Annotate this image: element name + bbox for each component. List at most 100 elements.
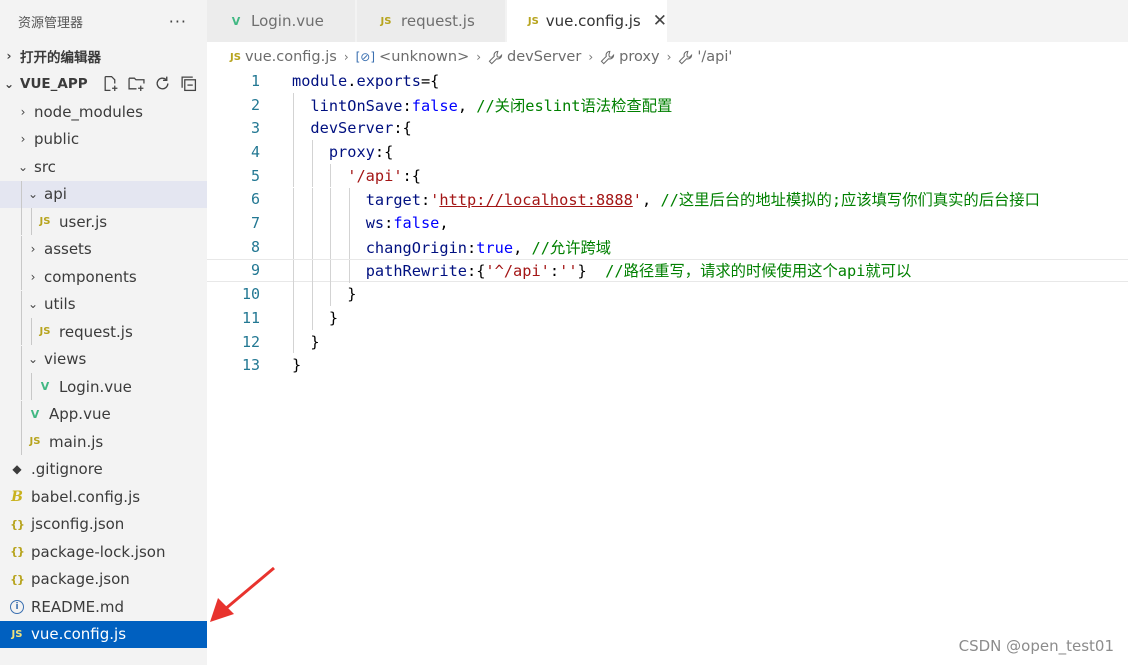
tree-item[interactable]: › components	[0, 263, 207, 290]
tree-item[interactable]: ◆ .gitignore	[0, 456, 207, 483]
tab-login-vue[interactable]: V Login.vue	[207, 0, 356, 42]
code-token: http://localhost:8888	[439, 191, 633, 210]
code-line[interactable]: 8 changOrigin:true, //允许跨域	[207, 234, 1128, 259]
refresh-icon[interactable]	[154, 75, 171, 92]
code-line[interactable]: 2 lintOnSave:false, //关闭eslint语法检查配置	[207, 92, 1128, 117]
new-folder-icon[interactable]	[128, 75, 145, 92]
tab-vue-config-js[interactable]: JS vue.config.js ✕	[507, 0, 668, 42]
tree-item-label: main.js	[49, 432, 104, 451]
code-line[interactable]: 7 ws:false,	[207, 211, 1128, 235]
code-token: module	[292, 71, 348, 90]
tree-item[interactable]: ⌄ utils	[0, 290, 207, 318]
code-line[interactable]: 10 }	[207, 282, 1128, 306]
indent-guide	[21, 373, 22, 400]
close-icon[interactable]: ✕	[653, 11, 667, 31]
tree-item[interactable]: ⌄ views	[0, 345, 207, 373]
code-token: changOrigin	[365, 238, 467, 257]
indent-guide	[31, 373, 32, 400]
code-token: '/api'	[347, 166, 403, 185]
code-line[interactable]: 1 module.exports={	[207, 69, 1128, 93]
tree-item[interactable]: JS vue.config.js	[0, 620, 207, 648]
code-token: :	[549, 262, 560, 281]
code-text: devServer:{	[292, 119, 411, 137]
code-line[interactable]: 9 pathRewrite:{'^/api':''} //路径重写，请求的时候使…	[207, 258, 1128, 284]
git-file-icon: ◆	[12, 462, 22, 476]
js-file-icon: JS	[29, 436, 41, 447]
tree-item[interactable]: ⌄ src	[0, 153, 207, 180]
tree-item[interactable]: {} package.json	[0, 566, 207, 593]
line-number: 7	[250, 214, 260, 233]
indent-guide	[21, 208, 22, 235]
tree-item[interactable]: › assets	[0, 235, 207, 263]
tree-item[interactable]: ⌄ api	[0, 180, 207, 208]
breadcrumb-api[interactable]: '/api'	[697, 49, 732, 65]
line-number: 2	[250, 95, 260, 114]
vue-file-icon: V	[231, 14, 241, 28]
tree-item-label: request.js	[59, 322, 133, 341]
code-token: pathRewrite	[365, 262, 467, 281]
tree-item[interactable]: JS main.js	[0, 428, 207, 455]
code-token: //关闭eslint语法检查配置	[476, 96, 673, 115]
tab-request-js[interactable]: JS request.js	[357, 0, 506, 42]
chevron-down-icon: ⌄	[27, 297, 39, 311]
tree-item[interactable]: V App.vue	[0, 400, 207, 428]
js-file-icon: JS	[39, 326, 51, 337]
code-token: }	[292, 308, 339, 327]
indent-guide	[21, 428, 22, 455]
project-section[interactable]: ⌄ VUE_APP	[0, 70, 207, 97]
vue-file-icon: V	[30, 407, 40, 421]
code-line[interactable]: 6 target:'http://localhost:8888', //这里后台…	[207, 187, 1128, 212]
code-token: ,	[439, 214, 449, 233]
code-text: }	[292, 356, 301, 374]
code-text: }	[292, 285, 356, 303]
tree-item[interactable]: JS user.js	[0, 208, 207, 235]
code-line[interactable]: 11 }	[207, 306, 1128, 330]
wrench-icon	[600, 50, 615, 64]
breadcrumb-devserver[interactable]: devServer	[507, 49, 581, 65]
code-token: ,	[457, 96, 477, 115]
breadcrumb-file[interactable]: vue.config.js	[245, 49, 337, 65]
tree-item[interactable]: V Login.vue	[0, 373, 207, 400]
chevron-right-icon: ›	[20, 132, 26, 146]
line-number: 4	[250, 142, 260, 161]
collapse-all-icon[interactable]	[180, 75, 197, 92]
tree-item-label: api	[44, 185, 67, 203]
line-number: 1	[250, 71, 260, 90]
indent-guide	[21, 263, 22, 290]
code-line[interactable]: 3 devServer:{	[207, 116, 1128, 141]
tree-item[interactable]: {} package-lock.json	[0, 538, 207, 565]
tree-item[interactable]: Bbabel.config.js	[0, 483, 207, 510]
tree-item[interactable]: i README.md	[0, 593, 207, 620]
chevron-down-icon: ⌄	[27, 352, 39, 366]
tree-item-label: .gitignore	[31, 460, 103, 478]
line-number: 12	[241, 332, 260, 351]
tree-item-label: README.md	[31, 597, 125, 616]
code-token: :{	[374, 142, 394, 161]
breadcrumb-proxy[interactable]: proxy	[619, 49, 659, 65]
code-token: lintOnSave	[310, 96, 403, 115]
code-line[interactable]: 12 }	[207, 329, 1128, 354]
chevron-right-icon: ›	[666, 50, 672, 64]
new-file-icon[interactable]	[102, 75, 119, 92]
code-editor[interactable]: 1 module.exports={2 lintOnSave:false, //关…	[207, 69, 1128, 665]
breadcrumb-unknown[interactable]: <unknown>	[379, 49, 469, 65]
code-line[interactable]: 5 '/api':{	[207, 163, 1128, 188]
code-line[interactable]: 13}	[207, 353, 1128, 377]
code-text: changOrigin:true, //允许跨域	[292, 236, 611, 258]
tree-item[interactable]: {} jsconfig.json	[0, 511, 207, 538]
breadcrumb: JS vue.config.js › [⊘] <unknown> › devSe…	[230, 45, 732, 69]
code-token: }	[292, 285, 357, 304]
tree-item-label: package-lock.json	[31, 542, 166, 561]
more-actions-icon[interactable]: ···	[169, 12, 187, 31]
wrench-icon	[679, 50, 693, 64]
tree-item[interactable]: JS request.js	[0, 318, 207, 345]
code-line[interactable]: 4 proxy:{	[207, 140, 1128, 164]
js-file-icon: JS	[230, 51, 241, 63]
tree-item[interactable]: › node_modules	[0, 98, 207, 125]
open-editors-section[interactable]: › 打开的编辑器	[0, 42, 207, 69]
tab-label: request.js	[401, 12, 475, 30]
tree-item[interactable]: › public	[0, 126, 207, 153]
